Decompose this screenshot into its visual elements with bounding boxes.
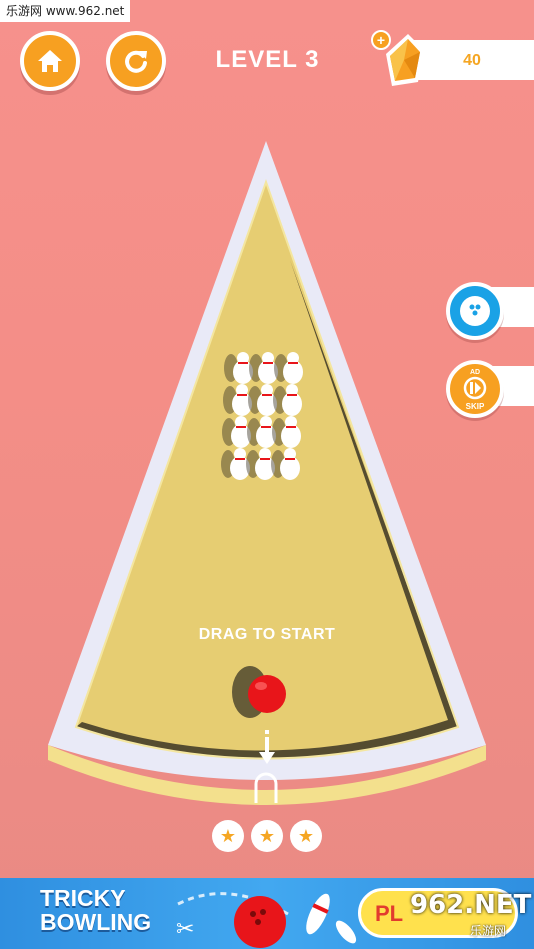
bowling-pin [221, 448, 250, 480]
bowling-pin [249, 352, 278, 384]
down-arrow-icon [259, 730, 275, 764]
watermark-962: 962.NET [410, 890, 532, 920]
bowling-pin [246, 448, 275, 480]
bowling-pin [274, 352, 303, 384]
ad-banner[interactable]: TRICKY BOWLING ✂ PL 962.NET 乐游网 [0, 878, 534, 949]
ad-title-line1: TRICKY [40, 885, 126, 911]
bowling-pin [248, 384, 277, 416]
bowling-pin [223, 384, 252, 416]
bowling-pin [272, 416, 301, 448]
star-icon: ★ [212, 820, 244, 852]
bowling-pin [222, 416, 251, 448]
drag-to-start-prompt: DRAG TO START [198, 626, 336, 643]
watermark-site: 乐游网 [470, 924, 507, 938]
bowling-pin [247, 416, 276, 448]
scissors-icon: ✂ [176, 917, 194, 942]
ad-play-label: PL [375, 901, 404, 926]
star-icon: ★ [290, 820, 322, 852]
bowling-pin [271, 448, 300, 480]
bowling-pin [273, 384, 302, 416]
ad-illustration: ✂ [176, 892, 357, 948]
bowling-pin [224, 352, 253, 384]
bowling-ball[interactable] [230, 664, 300, 724]
ad-title: TRICKY BOWLING [40, 886, 151, 934]
star-icon: ★ [251, 820, 283, 852]
ad-title-line2: BOWLING [40, 909, 152, 935]
